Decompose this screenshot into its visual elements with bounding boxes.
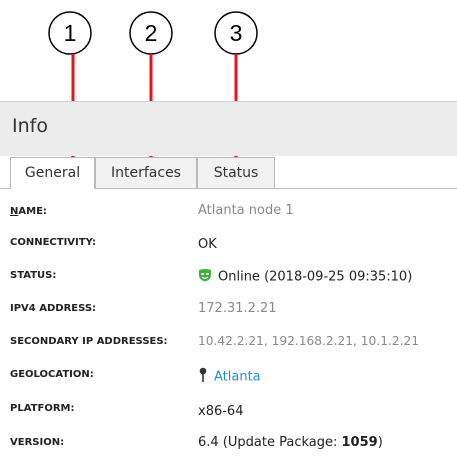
field-row-geolocation: GEOLOCATION: Atlanta [0, 354, 457, 387]
tab-status[interactable]: Status [197, 157, 275, 188]
panel-title: Info [12, 115, 48, 137]
map-pin-icon [198, 367, 208, 387]
field-value-ipv4: 172.31.2.21 [198, 301, 277, 316]
field-value-connectivity: OK [198, 237, 217, 252]
info-panel: Info General Interfaces Status NAME: Atl… [0, 101, 457, 460]
field-row-version: VERSION: 6.4 (Update Package: 1059) [0, 422, 457, 455]
panel-header: Info [0, 101, 457, 156]
field-value-status-wrap: Online (2018-09-25 09:35:10) [198, 268, 412, 286]
field-row-name: NAME: Atlanta node 1 [0, 189, 457, 222]
field-label-status: STATUS: [10, 270, 57, 281]
online-mask-icon [198, 268, 212, 286]
tab-general[interactable]: General [10, 157, 95, 189]
field-row-connectivity: CONNECTIVITY: OK [0, 222, 457, 255]
field-value-status: Online (2018-09-25 09:35:10) [218, 269, 413, 285]
callout-1-number: 1 [64, 20, 77, 46]
field-label-name: NAME: [10, 206, 47, 217]
callout-2-number: 2 [145, 20, 158, 46]
field-value-version: 6.4 (Update Package: 1059) [198, 435, 383, 450]
field-value-name: Atlanta node 1 [198, 203, 294, 218]
field-row-secondary-ip: SECONDARY IP ADDRESSES: 10.42.2.21, 192.… [0, 321, 457, 354]
field-label-platform: PLATFORM: [10, 403, 75, 414]
field-value-platform: x86-64 [198, 404, 244, 419]
field-value-secondary-ip: 10.42.2.21, 192.168.2.21, 10.1.2.21 [198, 334, 419, 348]
field-value-geolocation-wrap: Atlanta [198, 367, 261, 387]
tab-interfaces[interactable]: Interfaces [95, 157, 197, 188]
field-row-status: STATUS: Online (2018-09-25 09:35:10) [0, 255, 457, 288]
geolocation-link[interactable]: Atlanta [214, 370, 261, 385]
field-row-ipv4: IPV4 ADDRESS: 172.31.2.21 [0, 288, 457, 321]
callout-3-number: 3 [230, 20, 243, 46]
field-label-ipv4: IPV4 ADDRESS: [10, 303, 97, 314]
field-row-platform: PLATFORM: x86-64 [0, 388, 457, 421]
field-label-secondary-ip: SECONDARY IP ADDRESSES: [10, 336, 168, 347]
field-label-connectivity: CONNECTIVITY: [10, 237, 96, 248]
tab-bar: General Interfaces Status [0, 157, 457, 189]
field-label-version: VERSION: [10, 437, 65, 448]
field-label-geolocation: GEOLOCATION: [10, 369, 94, 380]
